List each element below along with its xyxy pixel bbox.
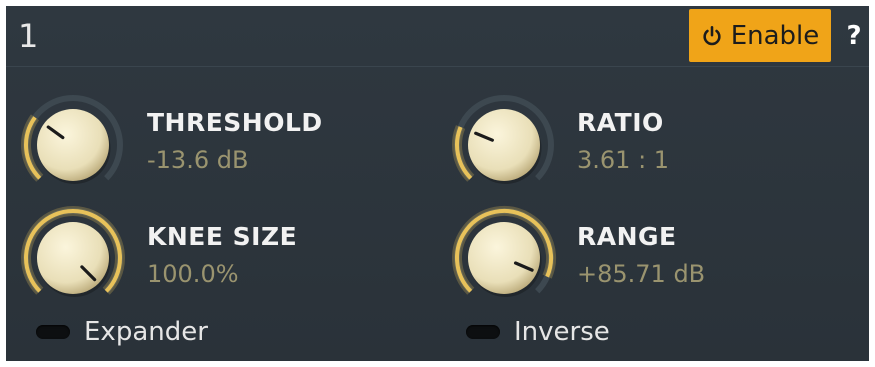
inverse-toggle[interactable]: Inverse [466, 317, 610, 347]
range-value[interactable]: +85.71 dB [577, 259, 705, 289]
ratio-value[interactable]: 3.61 : 1 [577, 145, 669, 175]
help-button[interactable]: ? [842, 18, 866, 54]
threshold-value[interactable]: -13.6 dB [147, 145, 248, 175]
panel-header: 1 Enable ? [6, 6, 869, 67]
compressor-panel: 1 Enable ? THRESHOLD -13.6 dB RATIO 3.61… [6, 6, 869, 361]
ratio-knob[interactable] [449, 90, 559, 200]
range-knob-face [468, 222, 540, 294]
inverse-label: Inverse [514, 317, 610, 347]
ratio-label: RATIO [577, 108, 664, 137]
expander-label: Expander [84, 317, 208, 347]
ratio-knob-graphic [452, 95, 554, 184]
enable-button-label: Enable [730, 20, 820, 51]
threshold-knob[interactable] [18, 90, 128, 200]
knee-size-value[interactable]: 100.0% [147, 259, 239, 289]
knee-knob-face [37, 222, 109, 294]
expander-toggle[interactable]: Expander [36, 317, 208, 347]
range-knob[interactable] [449, 203, 559, 313]
range-knob-graphic [452, 206, 556, 297]
knee-size-label: KNEE SIZE [147, 222, 298, 251]
expander-switch[interactable] [36, 325, 70, 339]
power-icon [703, 25, 721, 45]
threshold-label: THRESHOLD [147, 108, 323, 137]
range-label: RANGE [577, 222, 677, 251]
ratio-knob-face [468, 109, 540, 181]
inverse-switch[interactable] [466, 325, 500, 339]
panel-title: 1 [18, 17, 39, 55]
threshold-knob-graphic [21, 95, 123, 184]
knee-size-knob[interactable] [18, 203, 128, 313]
threshold-knob-face [37, 109, 109, 181]
enable-button[interactable]: Enable [689, 9, 831, 62]
knee-size-knob-graphic [21, 206, 125, 297]
